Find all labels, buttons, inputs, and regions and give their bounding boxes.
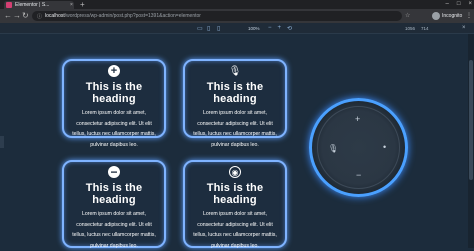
url-field[interactable]: ⓘ localhost/wordpress/wp-admin/post.php?… bbox=[32, 11, 402, 21]
minus-circle-icon: − bbox=[108, 165, 120, 179]
card-heading: This is the heading bbox=[85, 81, 143, 105]
reload-icon[interactable]: ↻ bbox=[22, 11, 29, 21]
flip-card-4[interactable]: ◉ This is the heading Lorem ipsum dolor … bbox=[183, 160, 287, 249]
browser-tab-bar: Elementor | S... × + – □ × bbox=[0, 0, 474, 9]
card-heading: This is the heading bbox=[85, 182, 143, 206]
forward-arrow-icon[interactable]: → bbox=[13, 11, 21, 21]
url-path: /wordpress/wp-admin/post.php?post=1391&a… bbox=[64, 13, 201, 19]
tab-close-icon[interactable]: × bbox=[70, 2, 73, 8]
card-text: Lorem ipsum dolor sit amet, consectetur … bbox=[72, 110, 156, 148]
flip-card-3[interactable]: − This is the heading Lorem ipsum dolor … bbox=[62, 160, 166, 249]
target-circle-icon: ◉ bbox=[229, 166, 241, 178]
bookmark-star-icon[interactable]: ☆ bbox=[405, 12, 410, 19]
desktop-icon[interactable]: ▭ bbox=[197, 25, 203, 32]
window-controls: – □ × bbox=[446, 0, 472, 9]
echo-dot-device: + − 🎙 • bbox=[309, 98, 408, 197]
card-heading: This is the heading bbox=[206, 81, 264, 105]
scrollbar-thumb[interactable] bbox=[469, 60, 473, 180]
card-text: Lorem ipsum dolor sit amet, consectetur … bbox=[72, 211, 156, 249]
close-responsive-icon[interactable]: × bbox=[462, 25, 466, 31]
volume-down-icon[interactable]: − bbox=[356, 171, 361, 180]
tablet-icon[interactable]: ▯ bbox=[207, 25, 210, 32]
address-bar: ← → ↻ ⓘ localhost/wordpress/wp-admin/pos… bbox=[0, 9, 474, 23]
incognito-indicator[interactable]: Incognito bbox=[432, 12, 462, 20]
url-host: localhost bbox=[45, 13, 65, 19]
flip-card-2[interactable]: 🎙 This is the heading Lorem ipsum dolor … bbox=[183, 59, 287, 148]
url-text: localhost/wordpress/wp-admin/post.php?po… bbox=[45, 13, 201, 19]
width-input[interactable]: 1056 bbox=[405, 26, 415, 31]
panel-toggle-handle[interactable] bbox=[0, 136, 4, 148]
back-arrow-icon[interactable]: ← bbox=[4, 11, 12, 21]
elementor-favicon-icon bbox=[6, 2, 12, 8]
zoom-level[interactable]: 100% bbox=[248, 26, 260, 31]
plus-circle-icon: + bbox=[108, 65, 120, 77]
card-heading: This is the heading bbox=[206, 182, 264, 206]
card-text: Lorem ipsum dolor sit amet, consectetur … bbox=[193, 110, 277, 148]
zoom-out-icon[interactable]: − bbox=[268, 25, 272, 32]
maximize-button[interactable]: □ bbox=[457, 0, 461, 9]
action-dot-icon[interactable]: • bbox=[383, 143, 386, 152]
flip-card-1[interactable]: + This is the heading Lorem ipsum dolor … bbox=[62, 59, 166, 148]
microphone-off-icon: 🎙 bbox=[228, 65, 242, 77]
browser-tab[interactable]: Elementor | S... × bbox=[4, 1, 74, 9]
mobile-icon[interactable]: ▯ bbox=[217, 25, 220, 32]
tab-title: Elementor | S... bbox=[15, 2, 50, 8]
incognito-label: Incognito bbox=[442, 13, 463, 19]
height-input[interactable]: 714 bbox=[421, 26, 429, 31]
info-icon[interactable]: ⓘ bbox=[37, 13, 42, 20]
incognito-avatar-icon bbox=[432, 12, 440, 20]
zoom-in-icon[interactable]: + bbox=[278, 25, 282, 32]
new-tab-button[interactable]: + bbox=[80, 0, 85, 9]
close-window-button[interactable]: × bbox=[468, 0, 472, 9]
canvas-dimensions: 1056 714 bbox=[405, 26, 429, 31]
zoom-tools: − + ⟲ bbox=[268, 25, 292, 32]
card-text: Lorem ipsum dolor sit amet, consectetur … bbox=[193, 211, 277, 249]
minimize-button[interactable]: – bbox=[446, 0, 449, 9]
responsive-toolbar: ▭ ▯ ▯ 100% − + ⟲ 1056 714 × bbox=[0, 23, 474, 34]
volume-up-icon[interactable]: + bbox=[355, 115, 360, 124]
browser-menu-icon[interactable]: ⋮ bbox=[466, 12, 472, 19]
microphone-off-icon[interactable]: 🎙 bbox=[328, 144, 338, 153]
reset-zoom-icon[interactable]: ⟲ bbox=[287, 25, 292, 32]
